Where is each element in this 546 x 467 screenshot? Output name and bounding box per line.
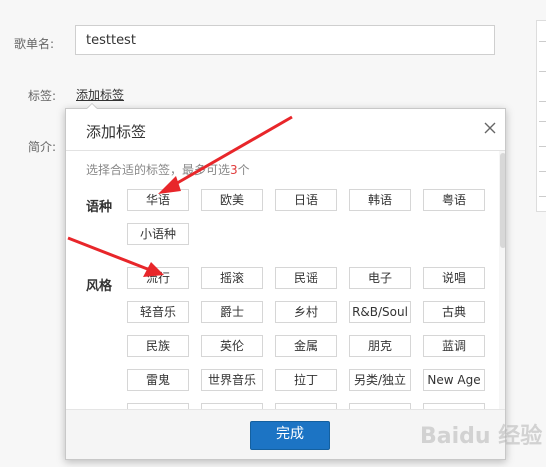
confirm-button[interactable]: 完成 bbox=[250, 421, 330, 450]
close-icon[interactable] bbox=[483, 121, 497, 135]
scrollbar[interactable] bbox=[499, 151, 505, 409]
tag-button[interactable]: 欧美 bbox=[201, 189, 263, 211]
watermark-logo: Baidu 经验 bbox=[420, 424, 543, 449]
tag-button[interactable]: 电子 bbox=[349, 267, 411, 289]
tag-button[interactable]: 朋克 bbox=[349, 335, 411, 357]
intro-label: 简介: bbox=[28, 140, 57, 154]
tag-button[interactable]: 流行 bbox=[127, 267, 189, 289]
tag-button[interactable]: R&B/Soul bbox=[349, 301, 411, 323]
tag-button[interactable]: New Age bbox=[423, 369, 485, 391]
tag-button[interactable]: 英伦 bbox=[201, 335, 263, 357]
playlist-name-input[interactable] bbox=[75, 25, 495, 55]
dialog-pointer-inner bbox=[87, 104, 97, 109]
tag-scroll-area[interactable]: 选择合适的标签，最多可选3个 语种 华语 欧美 日语 韩语 粤语 小语种 风格 … bbox=[66, 151, 505, 409]
group-label-style: 风格 bbox=[86, 279, 113, 294]
tag-button[interactable]: 华语 bbox=[127, 189, 189, 211]
tag-button[interactable]: 雷鬼 bbox=[127, 369, 189, 391]
group-label-language: 语种 bbox=[86, 200, 113, 215]
tag-button[interactable]: 蓝调 bbox=[423, 335, 485, 357]
tag-button[interactable]: 民族 bbox=[127, 335, 189, 357]
tag-button[interactable]: 粤语 bbox=[423, 189, 485, 211]
tag-button[interactable]: 民谣 bbox=[275, 267, 337, 289]
side-preview-panel bbox=[536, 20, 546, 212]
tag-button[interactable]: 金属 bbox=[275, 335, 337, 357]
tag-button[interactable]: 摇滚 bbox=[201, 267, 263, 289]
add-tag-dialog: 添加标签 选择合适的标签，最多可选3个 语种 华语 欧美 日语 韩语 粤语 小语… bbox=[65, 108, 506, 460]
tag-button[interactable]: 轻音乐 bbox=[127, 301, 189, 323]
hint-text: 选择合适的标签，最多可选3个 bbox=[86, 163, 250, 177]
tag-button[interactable]: 小语种 bbox=[127, 223, 189, 245]
dialog-header: 添加标签 bbox=[66, 109, 505, 151]
tag-button[interactable]: 古典 bbox=[423, 301, 485, 323]
scrollbar-thumb[interactable] bbox=[500, 153, 505, 248]
tag-button[interactable]: 世界音乐 bbox=[201, 369, 263, 391]
tag-button[interactable]: 说唱 bbox=[423, 267, 485, 289]
tag-button[interactable]: 另类/独立 bbox=[349, 369, 411, 391]
tag-button[interactable]: 乡村 bbox=[275, 301, 337, 323]
tag-button[interactable]: 日语 bbox=[275, 189, 337, 211]
name-label: 歌单名: bbox=[14, 37, 55, 51]
tag-button[interactable]: 韩语 bbox=[349, 189, 411, 211]
add-tag-link[interactable]: 添加标签 bbox=[76, 86, 124, 103]
dialog-title: 添加标签 bbox=[86, 123, 147, 141]
tag-button[interactable]: 拉丁 bbox=[275, 369, 337, 391]
tags-label: 标签: bbox=[28, 89, 57, 103]
tag-button[interactable]: 爵士 bbox=[201, 301, 263, 323]
